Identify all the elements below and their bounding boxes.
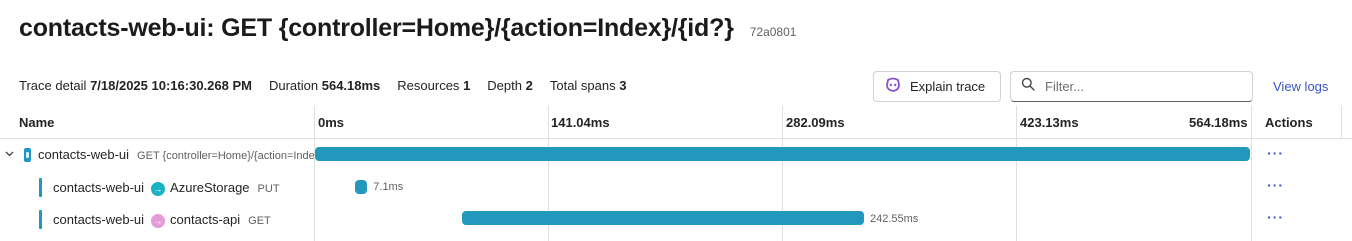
span-duration-label: 242.55ms — [869, 213, 919, 225]
more-actions-button[interactable]: ··· — [1267, 177, 1284, 193]
copilot-icon — [884, 77, 902, 96]
span-row[interactable]: contacts-web-ui → AzureStorage PUT 7.1ms ··… — [0, 171, 1352, 203]
explain-trace-button[interactable]: Explain trace — [873, 71, 1001, 102]
more-actions-button[interactable]: ··· — [1267, 145, 1284, 161]
span-detail: GET — [248, 215, 271, 227]
arrow-right-icon: → — [151, 181, 166, 196]
more-actions-button[interactable]: ··· — [1267, 209, 1284, 225]
tick-label: 282.09ms — [786, 115, 845, 130]
duration: Duration 564.18ms — [268, 78, 381, 93]
actions-column-header: Actions — [1265, 115, 1313, 130]
page-header: contacts-web-ui: GET {controller=Home}/{… — [19, 14, 796, 43]
grid-line — [1341, 106, 1342, 139]
arrow-right-icon: → — [151, 213, 166, 228]
tick-label: 423.13ms — [1020, 115, 1079, 130]
trace-id: 72a0801 — [749, 25, 797, 39]
span-detail: PUT — [257, 183, 280, 195]
filter-input[interactable] — [1045, 79, 1235, 94]
resource-icon — [24, 148, 31, 162]
span-bar[interactable] — [355, 180, 368, 194]
span-peer-name: AzureStorage — [170, 180, 250, 195]
filter-box[interactable] — [1010, 71, 1253, 102]
resources: Resources 1 — [397, 78, 471, 93]
tick-label: 141.04ms — [551, 115, 610, 130]
span-row[interactable]: contacts-web-ui → contacts-api GET 242.55ms… — [0, 203, 1352, 235]
hierarchy-indicator — [39, 210, 42, 229]
span-name-cell: contacts-web-ui → AzureStorage PUT — [0, 171, 314, 203]
span-service-name: contacts-web-ui — [38, 147, 130, 162]
span-detail: GET {controller=Home}/{action=Index}/{id… — [137, 150, 314, 162]
trace-summary: Trace detail 7/18/2025 10:16:30.268 PM D… — [19, 78, 626, 93]
page-title: contacts-web-ui: GET {controller=Home}/{… — [19, 14, 734, 42]
view-logs-link[interactable]: View logs — [1273, 79, 1328, 94]
search-icon — [1021, 77, 1035, 96]
span-duration-label: 7.1ms — [373, 181, 404, 193]
span-service-name: contacts-web-ui — [53, 212, 145, 227]
name-column-header: Name — [19, 115, 55, 130]
chevron-down-icon[interactable] — [5, 149, 14, 161]
grid-header: Name 0ms 141.04ms 282.09ms 423.13ms 564.… — [0, 106, 1352, 139]
tick-label: 564.18ms — [1189, 115, 1248, 130]
depth: Depth 2 — [487, 78, 533, 93]
tick-label: 0ms — [318, 115, 345, 130]
span-row[interactable]: contacts-web-ui GET {controller=Home}/{ac… — [0, 139, 1352, 171]
span-peer-name: contacts-api — [170, 212, 241, 227]
span-bar[interactable] — [315, 147, 1250, 161]
trace-detail: Trace detail 7/18/2025 10:16:30.268 PM — [19, 78, 252, 93]
span-bar[interactable] — [462, 211, 864, 225]
explain-trace-label: Explain trace — [910, 79, 986, 94]
span-name-cell: contacts-web-ui GET {controller=Home}/{ac… — [0, 139, 314, 171]
hierarchy-indicator — [39, 178, 42, 197]
span-service-name: contacts-web-ui — [53, 180, 145, 195]
span-name-cell: contacts-web-ui → contacts-api GET — [0, 203, 314, 235]
total-spans: Total spans 3 — [549, 78, 627, 93]
